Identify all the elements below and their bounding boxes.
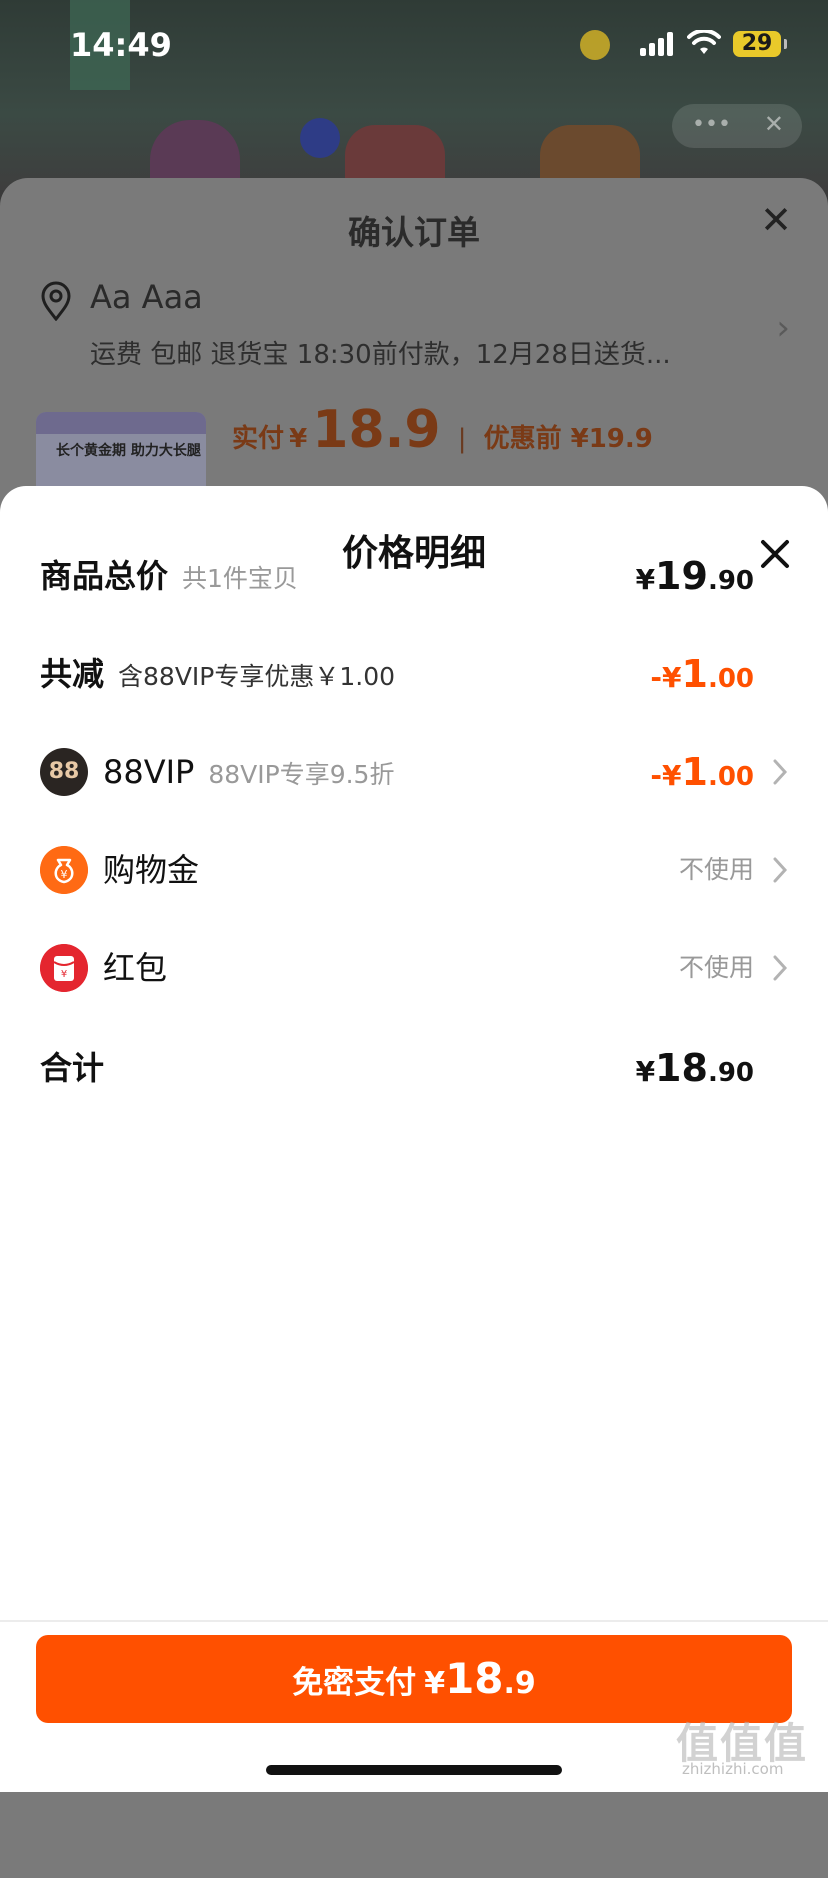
price-dec: .00: [707, 664, 754, 694]
row-label: 红包: [103, 949, 168, 987]
background-product-image: [345, 125, 445, 185]
row-shopping-gold[interactable]: ¥ 购物金 不使用: [0, 840, 828, 900]
price-int: 19: [655, 554, 708, 598]
row-price: -¥1.00: [650, 644, 754, 712]
status-time: 14:49: [70, 26, 172, 64]
paid-currency: ¥: [289, 424, 308, 454]
location-pin-icon: [41, 281, 71, 321]
row-88vip[interactable]: 88 88VIP 88VIP专享9.5折 -¥1.00: [0, 742, 828, 802]
price-int: 18: [655, 1046, 708, 1090]
price-int: 1: [681, 750, 708, 794]
red-packet-icon: ¥: [40, 944, 88, 992]
watermark-url: zhizhizhi.com: [682, 1760, 784, 1778]
row-total: 合计 ¥18.90: [0, 1038, 828, 1098]
price-currency: ¥: [635, 563, 656, 596]
background-decoration: [300, 118, 340, 158]
address-name[interactable]: Aa Aaa: [90, 278, 203, 316]
vip-badge-icon: 88: [40, 748, 88, 796]
chevron-right-icon[interactable]: [772, 856, 788, 884]
price-dec: .90: [707, 566, 754, 596]
price-currency: -¥: [650, 759, 682, 792]
pay-int: 18: [445, 1654, 504, 1703]
product-banner-text: 长个黄金期 助力大长腿: [56, 443, 201, 459]
background-decoration: [580, 30, 610, 60]
row-label: 共减: [40, 655, 105, 693]
svg-text:¥: ¥: [61, 969, 67, 980]
more-icon[interactable]: •••: [692, 112, 731, 137]
chevron-right-icon[interactable]: ›: [776, 308, 790, 348]
row-sub: 共1件宝贝: [182, 564, 298, 593]
row-price: ¥19.90: [636, 546, 754, 614]
chevron-right-icon[interactable]: [772, 954, 788, 982]
before-discount: 优惠前 ¥19.9: [483, 424, 653, 454]
wifi-icon: [687, 30, 721, 54]
row-sub: 含88VIP专享优惠￥1.00: [118, 662, 396, 691]
price-detail-sheet: 价格明细 商品总价 共1件宝贝 ¥19.90 共减 含88VIP专享优惠￥1.00 …: [0, 486, 828, 1792]
home-indicator[interactable]: [266, 1765, 562, 1775]
row-label: 商品总价: [40, 557, 169, 595]
divider: [0, 1620, 828, 1622]
chevron-right-icon[interactable]: [772, 758, 788, 786]
pay-currency: ¥: [424, 1666, 446, 1701]
order-title: 确认订单: [348, 213, 480, 252]
price-currency: -¥: [650, 661, 682, 694]
money-bag-icon: ¥: [40, 846, 88, 894]
close-icon[interactable]: ✕: [760, 198, 792, 242]
row-value: 不使用: [678, 855, 754, 884]
row-sub: 88VIP专享9.5折: [208, 760, 395, 789]
battery-icon: 29: [733, 31, 787, 57]
row-total-discount: 共减 含88VIP专享优惠￥1.00 -¥1.00: [0, 644, 828, 704]
separator: |: [457, 424, 467, 454]
price-int: 1: [681, 652, 708, 696]
row-price: ¥18.90: [636, 1038, 754, 1106]
paid-summary: 实付 ¥ 18.9 | 优惠前 ¥19.9: [232, 400, 653, 460]
row-red-packet[interactable]: ¥ 红包 不使用: [0, 938, 828, 998]
row-goods-total: 商品总价 共1件宝贝 ¥19.90: [0, 546, 828, 606]
price-currency: ¥: [635, 1055, 656, 1088]
row-price: -¥1.00: [650, 742, 754, 810]
address-detail[interactable]: 运费 包邮 退货宝 18:30前付款，12月28日送货...: [90, 334, 671, 371]
row-label: 购物金: [103, 851, 200, 889]
price-dec: .00: [707, 762, 754, 792]
background-product-image: [540, 125, 640, 185]
row-label: 合计: [40, 1049, 105, 1087]
close-icon[interactable]: ✕: [764, 110, 784, 138]
pay-button-label: 免密支付: [292, 1665, 417, 1701]
price-dec: .90: [707, 1058, 754, 1088]
paid-label: 实付: [232, 424, 285, 454]
row-value: 不使用: [678, 953, 754, 982]
miniapp-capsule[interactable]: ••• ✕: [672, 104, 802, 148]
pay-dec: .9: [503, 1666, 536, 1701]
paid-amount: 18.9: [312, 400, 441, 460]
cellular-signal-icon: [640, 32, 674, 56]
row-label: 88VIP: [103, 753, 195, 791]
svg-text:¥: ¥: [61, 868, 68, 881]
